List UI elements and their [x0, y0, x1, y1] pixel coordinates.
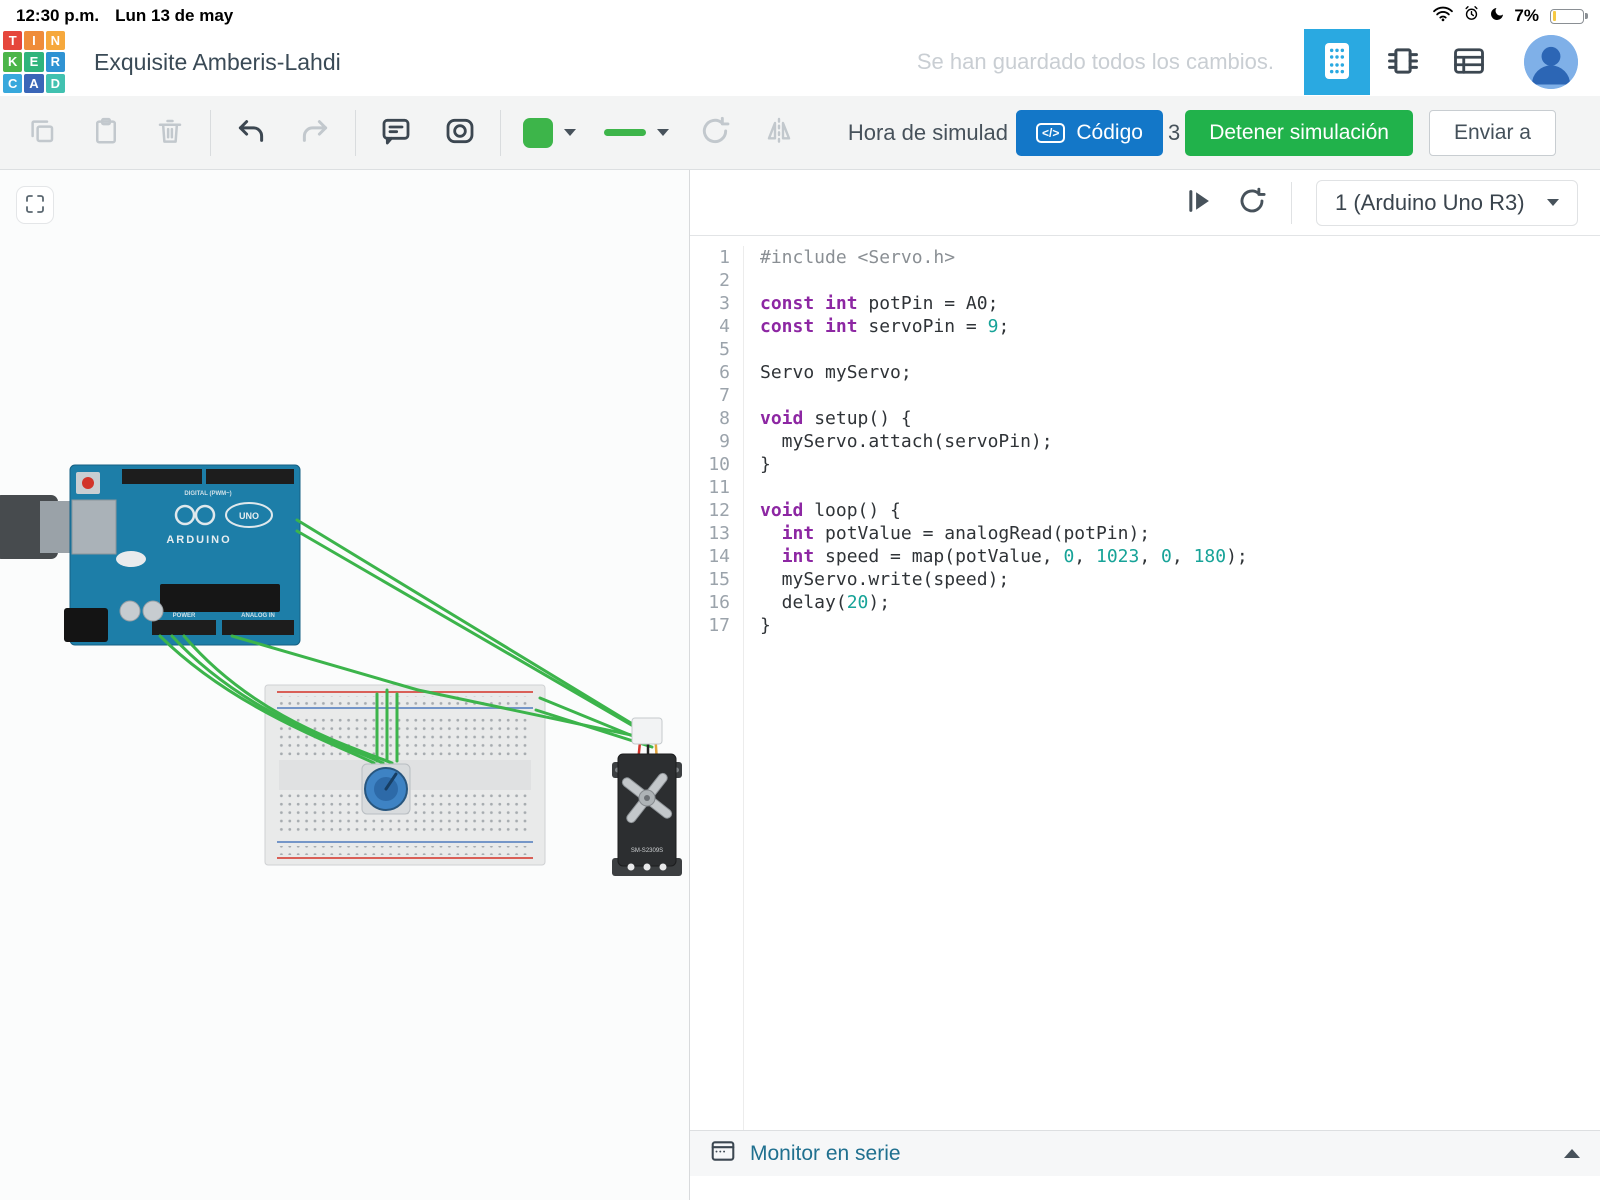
- screen: 12:30 p.m. Lun 13 de may 7%: [0, 0, 1600, 1200]
- servo-label: SM-S2309S: [631, 848, 663, 854]
- code-lines[interactable]: #include <Servo.h>const int potPin = A0;…: [744, 246, 1248, 1130]
- arduino-uno[interactable]: UNO ARDUINO DIGITAL (PWM~) POWER ANALOG …: [0, 465, 300, 645]
- code-button[interactable]: </> Código: [1016, 110, 1163, 156]
- uno-label: UNO: [239, 511, 259, 521]
- labels-button[interactable]: [428, 106, 492, 160]
- stop-simulation-button[interactable]: Detener simulación: [1185, 110, 1413, 156]
- wifi-icon: [1432, 5, 1454, 27]
- serial-monitor-label: Monitor en serie: [750, 1142, 901, 1166]
- logo-tile: C: [3, 74, 22, 93]
- chevron-down-icon: [1547, 199, 1559, 206]
- undo-button[interactable]: [219, 106, 283, 160]
- code-icon: </>: [1036, 123, 1065, 143]
- simulation-time-digit: 3: [1168, 120, 1180, 146]
- step-debug-button[interactable]: [1185, 187, 1213, 218]
- copy-button[interactable]: [10, 106, 74, 160]
- collapse-caret-icon[interactable]: [1564, 1149, 1580, 1158]
- board-selector[interactable]: 1 (Arduino Uno R3): [1316, 180, 1578, 226]
- app-header: T I N K E R C A D Exquisite Amberis-Lahd…: [0, 28, 1600, 96]
- potentiometer[interactable]: [362, 764, 410, 814]
- code-panel: 1 (Arduino Uno R3) 123456789101112131415…: [690, 170, 1600, 1200]
- alarm-icon: [1463, 5, 1480, 27]
- redo-button[interactable]: [283, 106, 347, 160]
- code-header: 1 (Arduino Uno R3): [690, 170, 1600, 236]
- tinkercad-logo[interactable]: T I N K E R C A D: [0, 28, 68, 96]
- divider: [500, 110, 501, 156]
- logo-tile: T: [3, 31, 22, 50]
- undo-icon: [235, 116, 267, 149]
- logo-tile: D: [46, 74, 65, 93]
- flip-button[interactable]: [747, 106, 811, 160]
- toolbar: Hora de simulad </> Código 3 Detener sim…: [0, 96, 1600, 170]
- paste-button[interactable]: [74, 106, 138, 160]
- status-bar: 12:30 p.m. Lun 13 de may 7%: [0, 0, 1600, 28]
- rotate-icon: [699, 115, 731, 150]
- simulation-time-label: Hora de simulad: [848, 120, 1008, 146]
- clock-label: 12:30 p.m.: [16, 6, 99, 26]
- logo-tile: A: [24, 74, 43, 93]
- delete-button[interactable]: [138, 106, 202, 160]
- chevron-down-icon: [564, 129, 576, 136]
- circuit-svg: UNO ARDUINO DIGITAL (PWM~) POWER ANALOG …: [0, 170, 690, 1200]
- power-label: POWER: [173, 613, 196, 619]
- trash-icon: [155, 116, 185, 149]
- code-button-label: Código: [1076, 121, 1143, 145]
- flip-icon: [763, 115, 795, 150]
- moon-icon: [1489, 6, 1505, 27]
- divider: [210, 110, 211, 156]
- circuits-view-button[interactable]: [1304, 29, 1370, 95]
- redo-icon: [299, 116, 331, 149]
- chevron-down-icon: [657, 129, 669, 136]
- fit-view-button[interactable]: [16, 186, 54, 224]
- notes-button[interactable]: [364, 106, 428, 160]
- logo-tile: N: [46, 31, 65, 50]
- save-status: Se han guardado todos los cambios.: [917, 49, 1274, 75]
- digital-label: DIGITAL (PWM~): [184, 491, 231, 497]
- board-selector-label: 1 (Arduino Uno R3): [1335, 190, 1525, 216]
- analog-label: ANALOG IN: [241, 613, 275, 619]
- logo-tile: K: [3, 52, 22, 71]
- wire-style-dropdown[interactable]: [590, 106, 683, 160]
- breadboard-view-icon: [1321, 41, 1353, 84]
- schematic-icon: [1384, 42, 1422, 83]
- labels-icon: [444, 115, 476, 150]
- component-list-button[interactable]: [1436, 29, 1502, 95]
- table-icon: [1451, 43, 1487, 82]
- logo-tile: I: [24, 31, 43, 50]
- battery-icon: [1550, 9, 1584, 24]
- logo-tile: E: [24, 52, 43, 71]
- send-button[interactable]: Enviar a: [1429, 110, 1556, 156]
- code-gutter: 1234567891011121314151617: [690, 246, 744, 1130]
- avatar[interactable]: [1524, 35, 1578, 89]
- logo-tile: R: [46, 52, 65, 71]
- schematic-view-button[interactable]: [1370, 29, 1436, 95]
- serial-monitor-bar[interactable]: Monitor en serie: [690, 1130, 1600, 1176]
- wire-color-dropdown[interactable]: [509, 106, 590, 160]
- fit-view-icon: [23, 192, 47, 219]
- main: UNO ARDUINO DIGITAL (PWM~) POWER ANALOG …: [0, 170, 1600, 1200]
- servo-motor[interactable]: SM-S2309S: [605, 718, 689, 876]
- copy-icon: [27, 116, 57, 149]
- code-editor[interactable]: 1234567891011121314151617 #include <Serv…: [690, 236, 1600, 1130]
- color-swatch: [523, 118, 553, 148]
- replay-button[interactable]: [1237, 186, 1267, 219]
- step-debug-icon: [1185, 187, 1213, 218]
- header-actions: [1304, 29, 1578, 95]
- notes-icon: [380, 115, 412, 150]
- panel-footer: [690, 1176, 1600, 1200]
- paste-icon: [91, 116, 121, 149]
- document-title[interactable]: Exquisite Amberis-Lahdi: [94, 49, 341, 76]
- circuit-canvas[interactable]: UNO ARDUINO DIGITAL (PWM~) POWER ANALOG …: [0, 170, 690, 1200]
- wire-style-swatch: [604, 129, 646, 136]
- replay-icon: [1237, 186, 1267, 219]
- battery-percent: 7%: [1514, 6, 1539, 26]
- divider: [355, 110, 356, 156]
- serial-monitor-icon: [710, 1138, 736, 1169]
- arduino-label: ARDUINO: [166, 534, 231, 546]
- date-label: Lun 13 de may: [115, 6, 233, 26]
- rotate-button[interactable]: [683, 106, 747, 160]
- divider: [1291, 182, 1292, 224]
